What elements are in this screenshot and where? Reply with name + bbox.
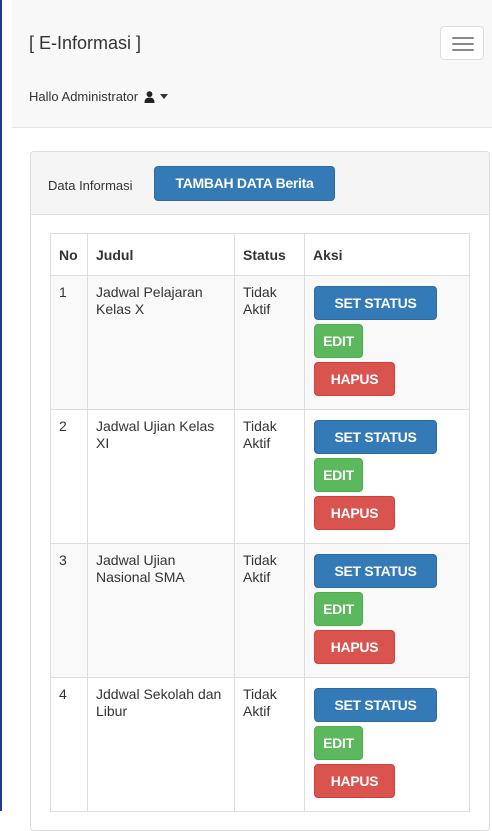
- hamburger-menu-icon: [452, 49, 474, 51]
- delete-button[interactable]: HAPUS: [314, 496, 395, 530]
- cell-no: 4: [50, 677, 88, 812]
- cell-judul: Jddwal Sekolah dan Libur: [87, 677, 235, 812]
- column-header-aksi: Aksi: [304, 233, 470, 276]
- add-news-button[interactable]: TAMBAH DATA Berita: [154, 166, 335, 201]
- cell-status: Tidak Aktif: [234, 677, 305, 812]
- user-dropdown[interactable]: Hallo Administrator: [29, 89, 169, 104]
- column-header-judul: Judul: [87, 233, 235, 276]
- info-table: No Judul Status Aksi 1 Jadwal Pelajaran …: [50, 233, 470, 812]
- hamburger-menu-icon: [452, 43, 474, 45]
- panel-heading: Data Informasi TAMBAH DATA Berita: [31, 152, 489, 215]
- table-header-row: No Judul Status Aksi: [50, 233, 470, 276]
- panel-title: Data Informasi: [48, 178, 133, 193]
- table-row: 4 Jddwal Sekolah dan Libur Tidak Aktif S…: [50, 677, 470, 812]
- cell-status: Tidak Aktif: [234, 543, 305, 678]
- table-row: 2 Jadwal Ujian Kelas XI Tidak Aktif SET …: [50, 409, 470, 544]
- column-header-no: No: [50, 233, 88, 276]
- chevron-down-icon: [160, 94, 169, 99]
- cell-actions: SET STATUS EDIT HAPUS: [304, 275, 470, 410]
- cell-actions: SET STATUS EDIT HAPUS: [304, 409, 470, 544]
- user-icon: [144, 90, 155, 103]
- cell-judul: Jadwal Ujian Kelas XI: [87, 409, 235, 544]
- brand-link[interactable]: [ E-Informasi ]: [29, 33, 141, 54]
- data-panel: Data Informasi TAMBAH DATA Berita No Jud…: [30, 151, 490, 831]
- edit-button[interactable]: EDIT: [314, 726, 363, 760]
- cell-judul: Jadwal Pelajaran Kelas X: [87, 275, 235, 410]
- cell-judul: Jadwal Ujian Nasional SMA: [87, 543, 235, 678]
- edit-button[interactable]: EDIT: [314, 592, 363, 626]
- user-greeting: Hallo Administrator: [29, 89, 139, 104]
- column-header-status: Status: [234, 233, 305, 276]
- set-status-button[interactable]: SET STATUS: [314, 554, 437, 588]
- set-status-button[interactable]: SET STATUS: [314, 286, 437, 320]
- cell-status: Tidak Aktif: [234, 409, 305, 544]
- delete-button[interactable]: HAPUS: [314, 362, 395, 396]
- cell-no: 1: [50, 275, 88, 410]
- hamburger-menu-icon: [452, 37, 474, 39]
- cell-status: Tidak Aktif: [234, 275, 305, 410]
- delete-button[interactable]: HAPUS: [314, 764, 395, 798]
- cell-no: 3: [50, 543, 88, 678]
- window-left-edge: [0, 0, 2, 811]
- set-status-button[interactable]: SET STATUS: [314, 688, 437, 722]
- navbar: [ E-Informasi ] Hallo Administrator: [12, 0, 492, 128]
- delete-button[interactable]: HAPUS: [314, 630, 395, 664]
- cell-actions: SET STATUS EDIT HAPUS: [304, 677, 470, 812]
- edit-button[interactable]: EDIT: [314, 324, 363, 358]
- navbar-toggle-button[interactable]: [440, 26, 484, 60]
- table-row: 1 Jadwal Pelajaran Kelas X Tidak Aktif S…: [50, 275, 470, 410]
- cell-actions: SET STATUS EDIT HAPUS: [304, 543, 470, 678]
- edit-button[interactable]: EDIT: [314, 458, 363, 492]
- set-status-button[interactable]: SET STATUS: [314, 420, 437, 454]
- cell-no: 2: [50, 409, 88, 544]
- table-row: 3 Jadwal Ujian Nasional SMA Tidak Aktif …: [50, 543, 470, 678]
